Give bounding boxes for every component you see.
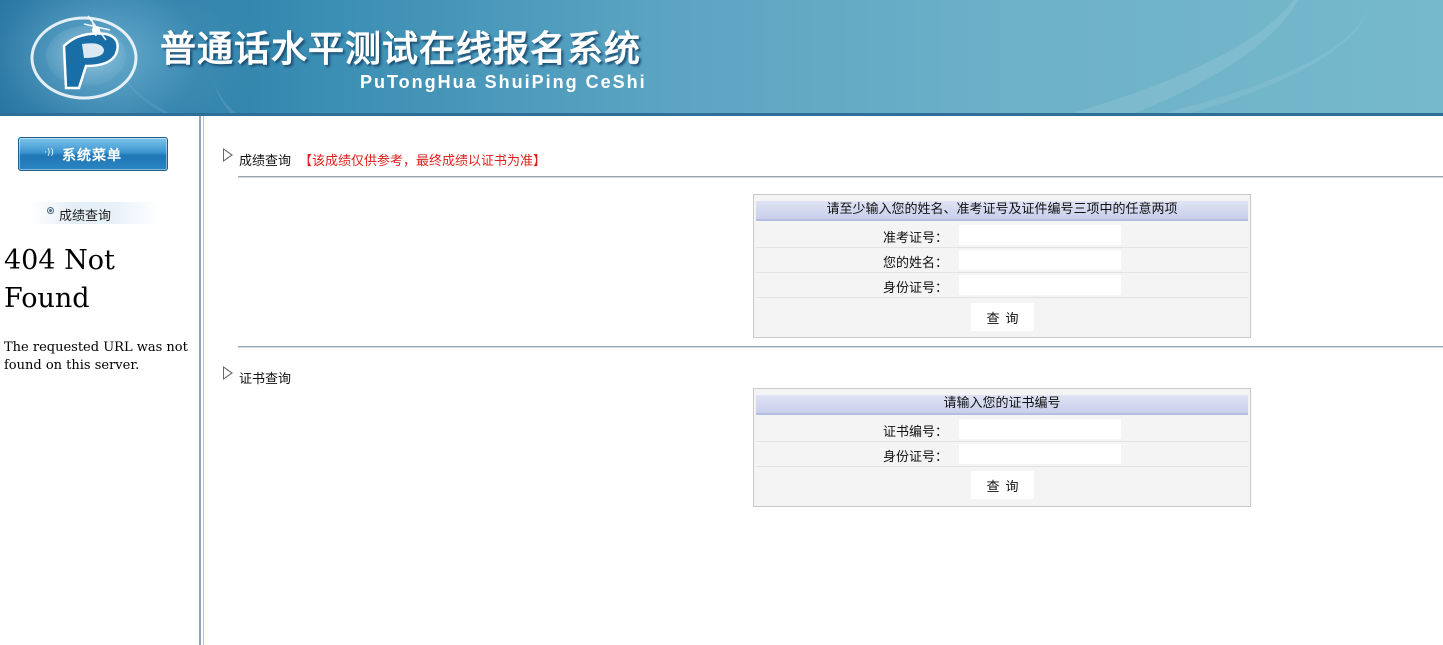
certificate-number-label: 证书编号： [882, 425, 948, 440]
section-arrow-icon [223, 366, 233, 380]
section-divider [238, 176, 1443, 178]
certificate-form-heading: 请输入您的证书编号 [756, 395, 1248, 415]
sound-wave-icon: ·)) [44, 148, 54, 158]
putonghua-logo-icon [30, 15, 138, 100]
score-query-button[interactable]: 查询 [971, 303, 1034, 331]
id-number-input[interactable] [959, 275, 1121, 295]
score-query-form: 请至少输入您的姓名、准考证号及证件编号三项中的任意两项 准考证号： 您的姓名： … [753, 194, 1251, 338]
system-menu-label: 系统菜单 [62, 148, 122, 164]
score-form-heading: 请至少输入您的姓名、准考证号及证件编号三项中的任意两项 [756, 201, 1248, 221]
error-title: 404 Not Found [4, 245, 115, 314]
banner-divider [0, 113, 1443, 116]
sidebar: ·)) 系统菜单 成绩查询 404 Not Found The requeste… [0, 116, 199, 645]
section-arrow-icon [223, 148, 233, 162]
system-subtitle: PuTongHua ShuiPing CeShi [360, 72, 647, 92]
ticket-number-input[interactable] [959, 225, 1121, 245]
system-menu-button[interactable]: ·)) 系统菜单 [18, 137, 168, 171]
id-number-label: 身份证号： [882, 281, 948, 296]
sidebar-item-score-query[interactable]: 成绩查询 [30, 202, 160, 224]
sidebar-item-label: 成绩查询 [59, 209, 112, 224]
error-message: The requested URL was not found on this … [4, 340, 188, 373]
certificate-number-input[interactable] [959, 419, 1121, 439]
name-input[interactable] [959, 250, 1121, 270]
sidebar-border [203, 116, 204, 645]
score-section-title: 成绩查询 [239, 154, 292, 169]
form-row: 准考证号： [756, 223, 1248, 248]
system-title: 普通话水平测试在线报名系统 [160, 29, 642, 70]
form-row: 身份证号： [756, 273, 1248, 298]
ticket-number-label: 准考证号： [882, 231, 948, 246]
bullet-circle-icon [47, 207, 54, 214]
certificate-query-button[interactable]: 查询 [971, 471, 1034, 499]
score-disclaimer: 【该成绩仅供参考，最终成绩以证书为准】 [299, 154, 547, 169]
section-divider [238, 346, 1443, 348]
form-row: 证书编号： [756, 417, 1248, 442]
form-row: 身份证号： [756, 442, 1248, 467]
id-number-label: 身份证号： [882, 450, 948, 465]
sidebar-border [199, 116, 201, 645]
header-banner: 普通话水平测试在线报名系统 PuTongHua ShuiPing CeShi [0, 0, 1443, 113]
certificate-query-form: 请输入您的证书编号 证书编号： 身份证号： 查询 [753, 388, 1251, 507]
name-label: 您的姓名： [882, 256, 948, 271]
certificate-section-title: 证书查询 [239, 372, 292, 387]
id-number-input[interactable] [959, 444, 1121, 464]
form-row: 您的姓名： [756, 248, 1248, 273]
